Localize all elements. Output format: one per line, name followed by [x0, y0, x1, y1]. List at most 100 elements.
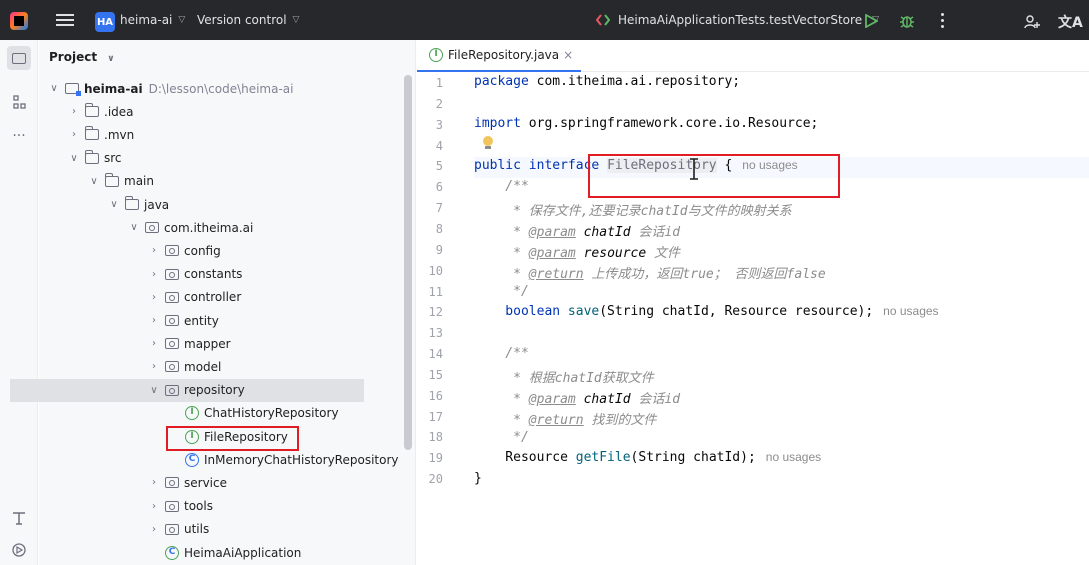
tree-item[interactable]: I ChatHistoryRepository [0, 402, 366, 425]
line-number: 3 [435, 117, 443, 132]
chevron-down-icon[interactable]: ∨ [87, 176, 101, 187]
run-config-selector[interactable]: HeimaAiApplicationTests.testVectorStore … [596, 0, 879, 40]
run-icon[interactable] [864, 14, 878, 28]
project-scrollbar[interactable] [404, 75, 412, 450]
line-number: 13 [428, 326, 443, 341]
package-icon [165, 500, 179, 512]
chevron-right-icon[interactable]: › [147, 524, 161, 535]
line-number: 15 [428, 367, 443, 382]
chevron-right-icon[interactable]: › [67, 129, 81, 140]
vcs-label: Version control [197, 13, 287, 27]
code-line-1[interactable]: package com.itheima.ai.repository; [474, 74, 740, 89]
tree-item[interactable]: ∨ com.itheima.ai [0, 216, 366, 239]
chevron-right-icon[interactable]: › [147, 361, 161, 372]
highlight-box-tree [166, 426, 299, 451]
lightbulb-icon[interactable] [483, 136, 493, 149]
tree-item[interactable]: ∨ java [0, 193, 366, 216]
project-badge[interactable]: HA [95, 12, 115, 32]
code-line-8[interactable]: * @param chatId 会话id [474, 221, 680, 240]
chevron-right-icon[interactable]: › [147, 315, 161, 326]
folder-icon [85, 149, 99, 164]
chevron-down-icon[interactable]: ∨ [67, 153, 81, 164]
translate-icon[interactable]: 文A [1058, 12, 1083, 32]
tree-item[interactable]: › tools [0, 495, 366, 518]
chevron-down-icon[interactable]: ∨ [47, 83, 61, 94]
usage-hint: no usages [883, 304, 939, 318]
code-line-9[interactable]: * @param resource 文件 [474, 242, 680, 261]
tree-item[interactable]: ∨ main [0, 170, 366, 193]
tree-item[interactable]: › entity [0, 309, 366, 332]
package-icon [165, 315, 179, 326]
package-icon [165, 361, 179, 373]
tree-item[interactable]: › mapper [0, 332, 366, 355]
package-icon [165, 384, 179, 396]
tree-item[interactable]: › constants [0, 263, 366, 286]
chevron-right-icon[interactable]: › [67, 106, 81, 117]
code-line-18[interactable]: */ [474, 430, 529, 445]
code-line-17[interactable]: * @return 找到的文件 [474, 409, 656, 428]
code-line-10[interactable]: * @return 上传成功，返回true； 否则返回false [474, 263, 826, 282]
code-line-14[interactable]: /** [474, 346, 529, 361]
code-line-15[interactable]: * 根据chatId获取文件 [474, 367, 654, 386]
highlight-box-editor [588, 154, 840, 198]
chevron-right-icon[interactable]: › [147, 338, 161, 349]
tree-item[interactable]: ∨ src [0, 147, 366, 170]
chevron-down-icon[interactable]: ∨ [147, 385, 161, 396]
package-icon [165, 245, 179, 257]
chevron-right-icon[interactable]: › [147, 477, 161, 488]
tree-item-label: mapper [184, 336, 231, 351]
code-line-11[interactable]: */ [474, 284, 529, 299]
more-vertical-icon[interactable] [940, 12, 946, 30]
project-folder-icon[interactable] [7, 46, 31, 70]
debug-icon[interactable] [899, 13, 915, 29]
tree-item[interactable]: C HeimaAiApplication [0, 541, 366, 564]
close-icon[interactable]: × [563, 48, 573, 62]
run-config-icon [596, 14, 610, 26]
tree-item-label: config [184, 243, 221, 258]
line-number: 2 [435, 96, 443, 111]
line-number: 7 [435, 201, 443, 216]
tree-item[interactable]: › .mvn [0, 123, 366, 146]
code-line-3[interactable]: import org.springframework.core.io.Resou… [474, 116, 818, 131]
app-logo-icon[interactable] [10, 12, 28, 30]
tree-item[interactable]: › .idea [0, 100, 366, 123]
chevron-right-icon[interactable]: › [147, 245, 161, 256]
tree-item[interactable]: › controller [0, 286, 366, 309]
chevron-down-icon[interactable]: ∨ [127, 222, 141, 233]
vcs-menu[interactable]: Version control ▽ [197, 0, 299, 40]
tree-item[interactable]: › utils [0, 518, 366, 541]
tree-item[interactable]: › model [0, 355, 366, 378]
tree-item[interactable]: ∨ repository [10, 378, 364, 402]
tab-file-repository[interactable]: I FileRepository.java × [417, 40, 582, 72]
chevron-right-icon[interactable]: › [147, 269, 161, 280]
chevron-down-icon: ∨ [107, 54, 115, 64]
project-panel-header[interactable]: Project ∨ [49, 50, 115, 64]
project-switcher[interactable]: heima-ai ▽ [120, 0, 185, 40]
code-line-12[interactable]: boolean save(String chatId, Resource res… [474, 304, 939, 319]
hamburger-menu-icon[interactable] [56, 0, 76, 40]
code-line-6[interactable]: /** [474, 179, 529, 194]
tree-item[interactable]: › config [0, 239, 366, 262]
add-user-icon[interactable] [1024, 14, 1040, 30]
tree-item-label: tools [184, 499, 213, 514]
code-line-7[interactable]: * 保存文件,还要记录chatId与文件的映射关系 [474, 200, 791, 219]
tree-item-label: com.itheima.ai [164, 220, 254, 235]
tree-item[interactable]: C InMemoryChatHistoryRepository [0, 448, 399, 471]
project-panel-title: Project [49, 50, 98, 64]
tree-item[interactable]: › service [0, 471, 366, 494]
line-number: 1 [435, 76, 443, 90]
tree-item[interactable]: ∨ heima-ai D:\lesson\code\heima-ai [0, 77, 366, 100]
code-line-20[interactable]: } [474, 471, 482, 486]
class-icon: C [185, 452, 199, 467]
code-line-16[interactable]: * @param chatId 会话id [474, 388, 680, 407]
tree-item-label: constants [184, 267, 243, 282]
chevron-right-icon[interactable]: › [147, 501, 161, 512]
chevron-down-icon: ▽ [292, 15, 300, 25]
line-number: 12 [428, 305, 443, 320]
usage-hint: no usages [765, 450, 822, 464]
chevron-right-icon[interactable]: › [147, 292, 161, 303]
chevron-down-icon[interactable]: ∨ [107, 199, 121, 210]
code-line-19[interactable]: Resource getFile(String chatId); no usage… [474, 450, 821, 465]
tree-item-label: InMemoryChatHistoryRepository [204, 452, 399, 467]
project-path: D:\lesson\code\heima-ai [148, 81, 294, 96]
